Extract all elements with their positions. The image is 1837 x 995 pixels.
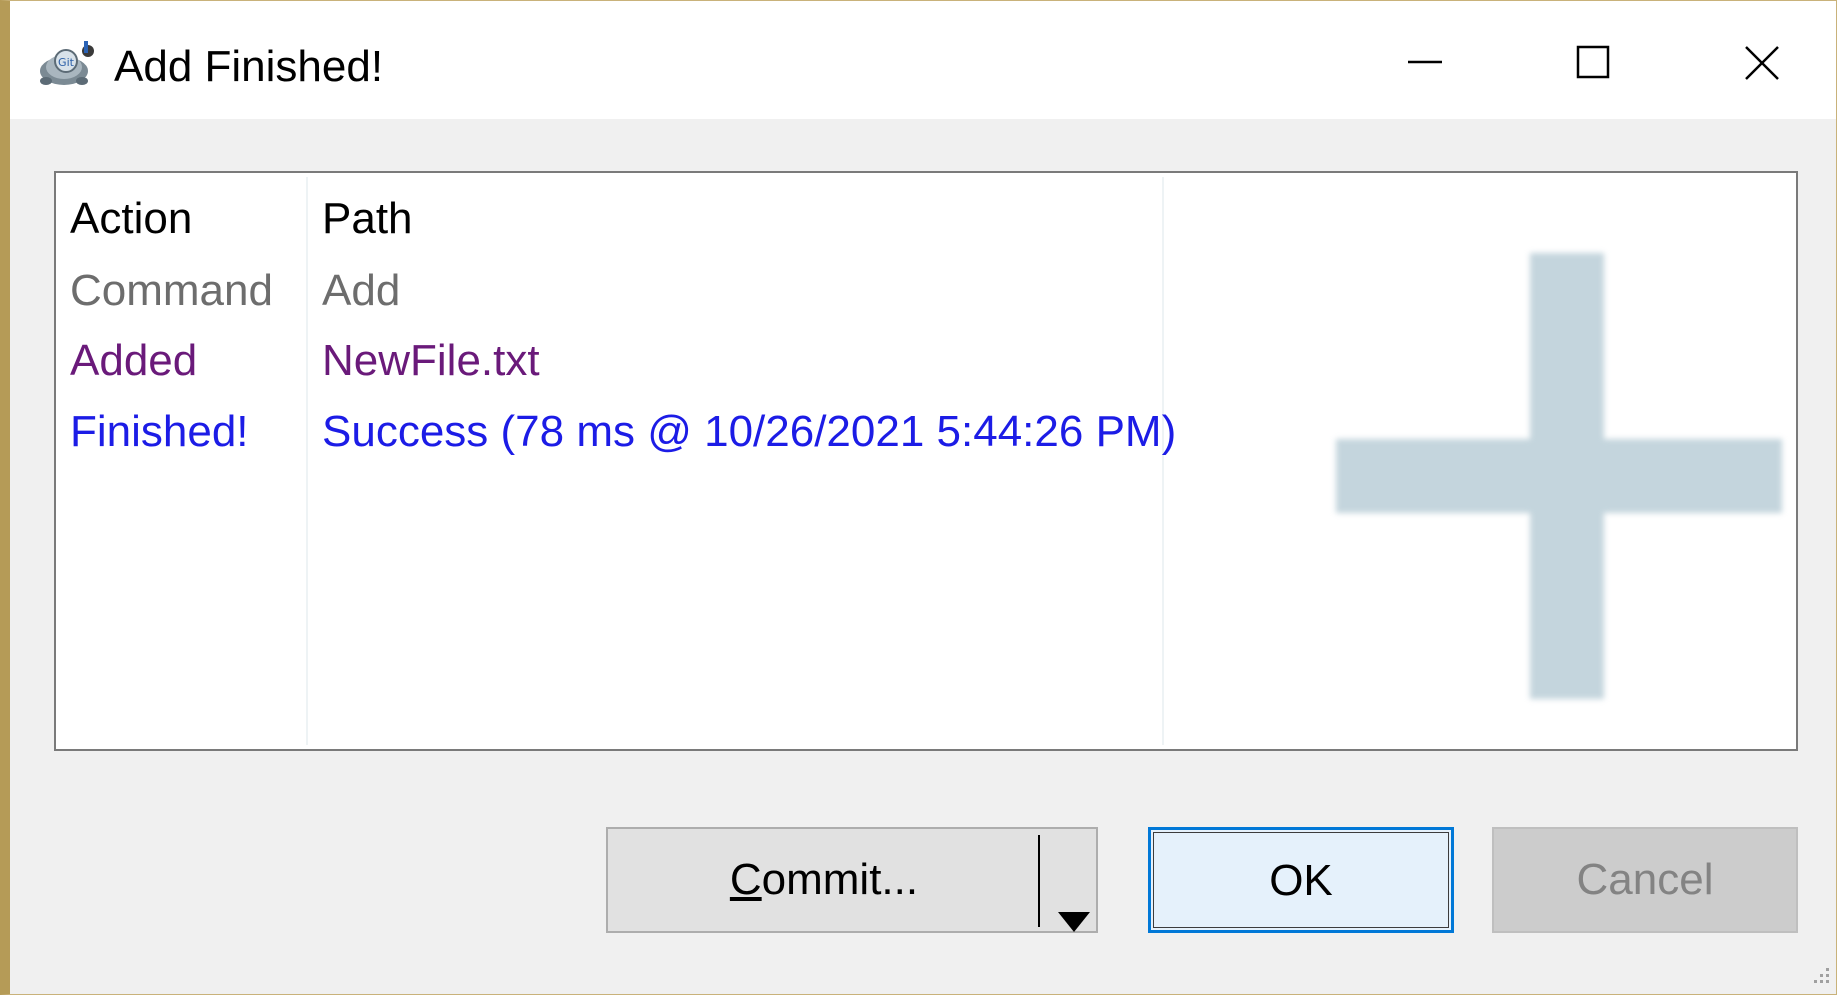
maximize-icon <box>1576 45 1610 79</box>
action-list[interactable]: Action Path Command Add Added NewFile.tx… <box>54 171 1798 751</box>
minimize-button[interactable] <box>1360 19 1490 109</box>
ok-button[interactable]: OK <box>1148 827 1454 933</box>
close-icon <box>1745 46 1779 80</box>
split-divider <box>1038 835 1040 927</box>
commit-button[interactable]: Commit... <box>608 829 1040 931</box>
column-header-action[interactable]: Action <box>70 189 192 249</box>
row-path-finished[interactable]: Success (78 ms @ 10/26/2021 5:44:26 PM) <box>322 402 1176 462</box>
row-action-command[interactable]: Command <box>70 261 273 321</box>
row-action-added[interactable]: Added <box>70 331 197 391</box>
column-header-path[interactable]: Path <box>322 189 413 249</box>
tortoisegit-icon: Git <box>36 37 100 93</box>
add-finished-dialog: Git Add Finished! Action Path Command Ad… <box>0 0 1837 995</box>
ok-label: OK <box>1269 856 1333 905</box>
row-path-command[interactable]: Add <box>322 261 400 321</box>
minimize-icon <box>1408 60 1442 64</box>
row-path-added[interactable]: NewFile.txt <box>322 331 540 391</box>
window-title: Add Finished! <box>114 42 384 91</box>
commit-split-button[interactable]: Commit... <box>606 827 1098 933</box>
row-action-finished[interactable]: Finished! <box>70 402 249 462</box>
resize-grip-icon[interactable] <box>1802 960 1832 990</box>
cancel-button[interactable]: Cancel <box>1492 827 1798 933</box>
cancel-label: Cancel <box>1576 855 1714 904</box>
commit-accesskey: C <box>729 855 762 904</box>
maximize-button[interactable] <box>1530 19 1660 109</box>
plus-icon <box>1336 253 1796 713</box>
commit-label: ommit... <box>761 855 919 904</box>
svg-text:Git: Git <box>58 56 75 69</box>
chevron-down-icon[interactable] <box>1056 869 1092 932</box>
title-bar[interactable]: Git Add Finished! <box>10 1 1836 119</box>
column-divider[interactable] <box>306 177 308 745</box>
close-button[interactable] <box>1698 19 1828 109</box>
